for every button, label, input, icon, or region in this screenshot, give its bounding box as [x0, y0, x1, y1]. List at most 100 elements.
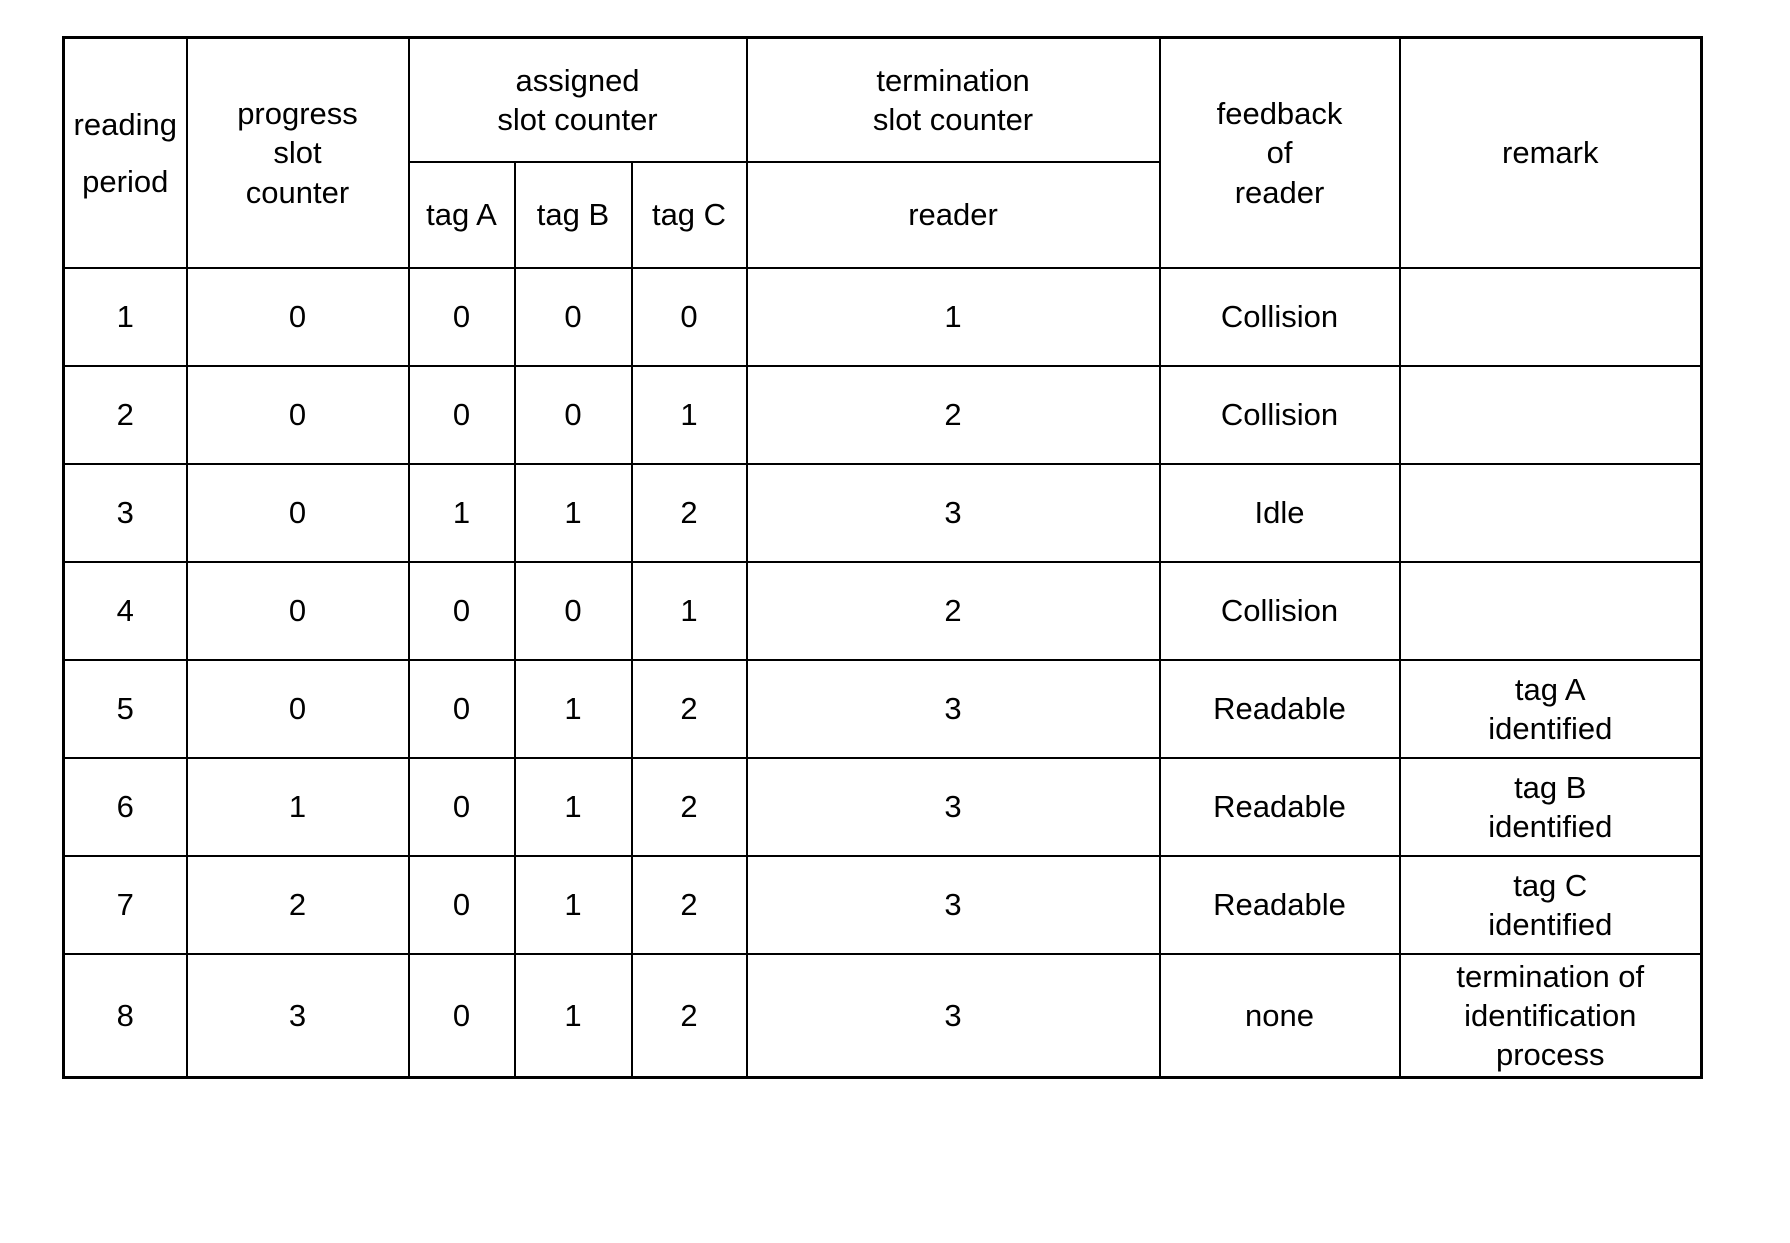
cell-remark [1398, 267, 1703, 367]
cell-tag-c: 1 [630, 365, 748, 465]
table-row: 1 0 0 0 0 1 Collision [62, 267, 1703, 367]
header-reading-period: reading period [62, 36, 188, 269]
header-reader: reader [745, 161, 1161, 269]
cell-remark-line1: tag B [1514, 769, 1587, 805]
cell-reader: 3 [745, 953, 1161, 1079]
cell-remark [1398, 561, 1703, 661]
cell-tag-a: 1 [407, 463, 516, 563]
cell-progress-slot-counter: 0 [185, 267, 410, 367]
table-row: 4 0 0 0 1 2 Collision [62, 561, 1703, 661]
cell-reading-period: 6 [62, 757, 188, 857]
cell-tag-c: 1 [630, 561, 748, 661]
cell-tag-a: 0 [407, 365, 516, 465]
header-reading-period-line1: reading [73, 106, 177, 142]
header-feedback-of-reader-line2: of [1266, 135, 1293, 171]
cell-tag-b: 1 [513, 953, 633, 1079]
cell-reading-period: 2 [62, 365, 188, 465]
header-progress-slot-counter-line1: progress [237, 96, 358, 132]
cell-remark-line1: tag A [1514, 671, 1586, 707]
table-body: 1 0 0 0 0 1 Collision 2 0 0 0 1 2 Collision 3 0 1 1 2 3 Idle… [62, 267, 1703, 1079]
cell-remark: tag A identified [1398, 659, 1703, 759]
cell-progress-slot-counter: 0 [185, 365, 410, 465]
cell-progress-slot-counter: 2 [185, 855, 410, 955]
cell-tag-c: 2 [630, 855, 748, 955]
header-assigned-slot-counter-line2: slot counter [497, 102, 658, 137]
cell-feedback: Readable [1158, 855, 1401, 955]
cell-feedback: none [1158, 953, 1401, 1079]
table-header: reading period progress slot counter ass… [62, 36, 1703, 269]
table-row: 7 2 0 1 2 3 Readable tag Cidentified [62, 855, 1703, 955]
cell-progress-slot-counter: 0 [185, 561, 410, 661]
cell-tag-c: 0 [630, 267, 748, 367]
cell-progress-slot-counter: 1 [185, 757, 410, 857]
table-container: reading period progress slot counter ass… [62, 36, 1704, 1080]
header-row-top: reading period progress slot counter ass… [62, 36, 1703, 269]
page-root: reading period progress slot counter ass… [0, 0, 1790, 1243]
table-row: 5 0 0 1 2 3 Readable tag Aidentified [62, 659, 1703, 759]
cell-remark-line3: process [1495, 1037, 1605, 1073]
cell-tag-c: 2 [630, 659, 748, 759]
cell-remark-line2: identification [1464, 998, 1637, 1034]
cell-remark-line1: termination of [1456, 959, 1645, 994]
reading-period-table: reading period progress slot counter ass… [62, 36, 1704, 1080]
cell-reading-period: 7 [62, 855, 188, 955]
cell-tag-a: 0 [407, 659, 516, 759]
header-reading-period-spacer [69, 144, 182, 162]
cell-tag-b: 0 [513, 561, 633, 661]
cell-remark-line2: identified [1488, 711, 1613, 746]
cell-tag-a: 0 [407, 267, 516, 367]
header-progress-slot-counter: progress slot counter [185, 36, 410, 269]
cell-reading-period: 5 [62, 659, 188, 759]
cell-feedback: Collision [1158, 267, 1401, 367]
header-tag-c: tag C [630, 161, 748, 269]
cell-remark-line2: identified [1488, 907, 1613, 942]
cell-tag-a: 0 [407, 561, 516, 661]
cell-progress-slot-counter: 3 [185, 953, 410, 1079]
cell-remark [1398, 365, 1703, 465]
cell-reader: 2 [745, 561, 1161, 661]
cell-feedback: Collision [1158, 561, 1401, 661]
cell-feedback: Collision [1158, 365, 1401, 465]
cell-feedback: Idle [1158, 463, 1401, 563]
table-row: 3 0 1 1 2 3 Idle [62, 463, 1703, 563]
header-assigned-slot-counter-line1: assigned [515, 62, 640, 98]
cell-reading-period: 1 [62, 267, 188, 367]
cell-tag-b: 1 [513, 659, 633, 759]
header-progress-slot-counter-line3: counter [245, 174, 350, 210]
cell-tag-b: 1 [513, 463, 633, 563]
cell-feedback: Readable [1158, 659, 1401, 759]
cell-reader: 3 [745, 463, 1161, 563]
table-row: 2 0 0 0 1 2 Collision [62, 365, 1703, 465]
cell-reader: 1 [745, 267, 1161, 367]
header-feedback-of-reader: feedback of reader [1158, 36, 1401, 269]
cell-remark: termination of identification process [1398, 953, 1703, 1079]
cell-tag-c: 2 [630, 463, 748, 563]
header-termination-slot-counter-line1: termination [876, 62, 1030, 98]
header-termination-slot-counter: termination slot counter [745, 36, 1161, 163]
table-row: 8 3 0 1 2 3 none termination of identification pr… [62, 953, 1703, 1079]
cell-tag-b: 1 [513, 757, 633, 857]
cell-reading-period: 8 [62, 953, 188, 1079]
cell-remark-line1: tag C [1513, 867, 1588, 903]
header-progress-slot-counter-line2: slot [273, 135, 322, 171]
cell-reading-period: 4 [62, 561, 188, 661]
cell-tag-a: 0 [407, 757, 516, 857]
cell-remark: tag B identified [1398, 757, 1703, 857]
cell-reader: 3 [745, 757, 1161, 857]
header-reading-period-line2: period [82, 164, 169, 199]
header-tag-b: tag B [513, 161, 633, 269]
header-feedback-of-reader-line3: reader [1234, 174, 1325, 210]
cell-tag-a: 0 [407, 855, 516, 955]
cell-feedback: Readable [1158, 757, 1401, 857]
header-remark: remark [1398, 36, 1703, 269]
cell-tag-b: 1 [513, 855, 633, 955]
cell-tag-c: 2 [630, 953, 748, 1079]
cell-tag-b: 0 [513, 365, 633, 465]
header-feedback-of-reader-line1: feedback [1216, 96, 1343, 132]
cell-remark-line2: identified [1488, 809, 1613, 844]
cell-tag-c: 2 [630, 757, 748, 857]
cell-reader: 2 [745, 365, 1161, 465]
header-tag-a: tag A [407, 161, 516, 269]
table-row: 6 1 0 1 2 3 Readable tag Bidentified [62, 757, 1703, 857]
cell-reader: 3 [745, 659, 1161, 759]
